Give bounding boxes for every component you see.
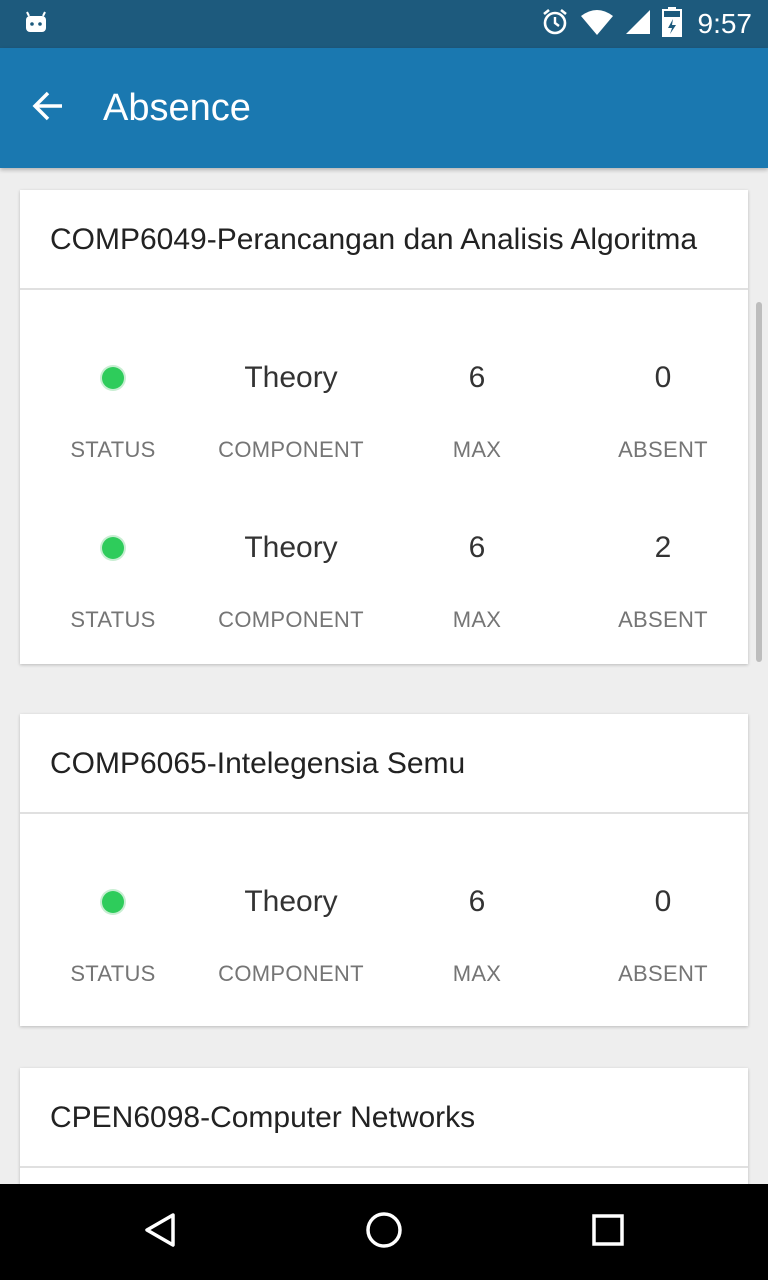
max-label: MAX [452, 961, 502, 986]
absence-row: STATUS Theory COMPONENT 6 MAX 0 ABSENT [20, 308, 748, 478]
status-label: STATUS [70, 437, 156, 462]
absent-label: ABSENT [618, 961, 708, 986]
home-circle-icon [364, 1210, 404, 1255]
recents-square-icon [588, 1210, 628, 1255]
scrollbar[interactable] [756, 302, 762, 662]
nav-home-button[interactable] [360, 1208, 408, 1256]
battery-icon [661, 6, 682, 42]
back-button[interactable] [24, 84, 72, 132]
app-bar: Absence [0, 48, 768, 168]
absence-row: STATUS Theory COMPONENT 6 MAX 2 ABSENT [20, 478, 748, 664]
absent-value: 2 [654, 531, 672, 564]
status-ok-indicator [102, 367, 124, 389]
arrow-left-icon [30, 88, 66, 129]
status-bar: 9:57 [0, 0, 768, 48]
absence-row: STATUS Theory COMPONENT 6 MAX 0 ABSENT [20, 832, 748, 1026]
status-label: STATUS [70, 607, 156, 632]
course-card[interactable]: CPEN6098-Computer Networks [20, 1068, 748, 1184]
nav-recents-button[interactable] [584, 1208, 632, 1256]
component-label: COMPONENT [218, 961, 364, 986]
component-label: COMPONENT [218, 437, 364, 462]
wifi-icon [580, 8, 614, 41]
max-value: 6 [468, 361, 486, 394]
clock-time: 9:57 [697, 8, 753, 39]
absent-value: 0 [654, 885, 672, 918]
course-title: COMP6065-Intelegensia Semu [20, 714, 748, 814]
component-value: Theory [244, 361, 338, 394]
course-card[interactable]: COMP6065-Intelegensia Semu STATUS Theory… [20, 714, 748, 1026]
status-ok-indicator [102, 891, 124, 913]
component-value: Theory [244, 885, 338, 918]
max-label: MAX [452, 437, 502, 462]
course-title: COMP6049-Perancangan dan Analisis Algori… [20, 190, 748, 290]
absent-label: ABSENT [618, 607, 708, 632]
component-label: COMPONENT [218, 607, 364, 632]
course-card[interactable]: COMP6049-Perancangan dan Analisis Algori… [20, 190, 748, 664]
max-value: 6 [468, 531, 486, 564]
navigation-bar [0, 1184, 768, 1280]
course-title: CPEN6098-Computer Networks [20, 1068, 748, 1168]
nav-back-button[interactable] [136, 1208, 184, 1256]
max-label: MAX [452, 607, 502, 632]
status-ok-indicator [102, 537, 124, 559]
back-triangle-icon [140, 1210, 180, 1255]
alarm-icon [540, 7, 570, 42]
android-icon [24, 10, 48, 34]
status-label: STATUS [70, 961, 156, 986]
absent-label: ABSENT [618, 437, 708, 462]
signal-icon [624, 8, 652, 41]
max-value: 6 [468, 885, 486, 918]
component-value: Theory [244, 531, 338, 564]
absence-list[interactable]: COMP6049-Perancangan dan Analisis Algori… [0, 168, 768, 1184]
page-title: Absence [103, 87, 251, 129]
absent-value: 0 [654, 361, 672, 394]
